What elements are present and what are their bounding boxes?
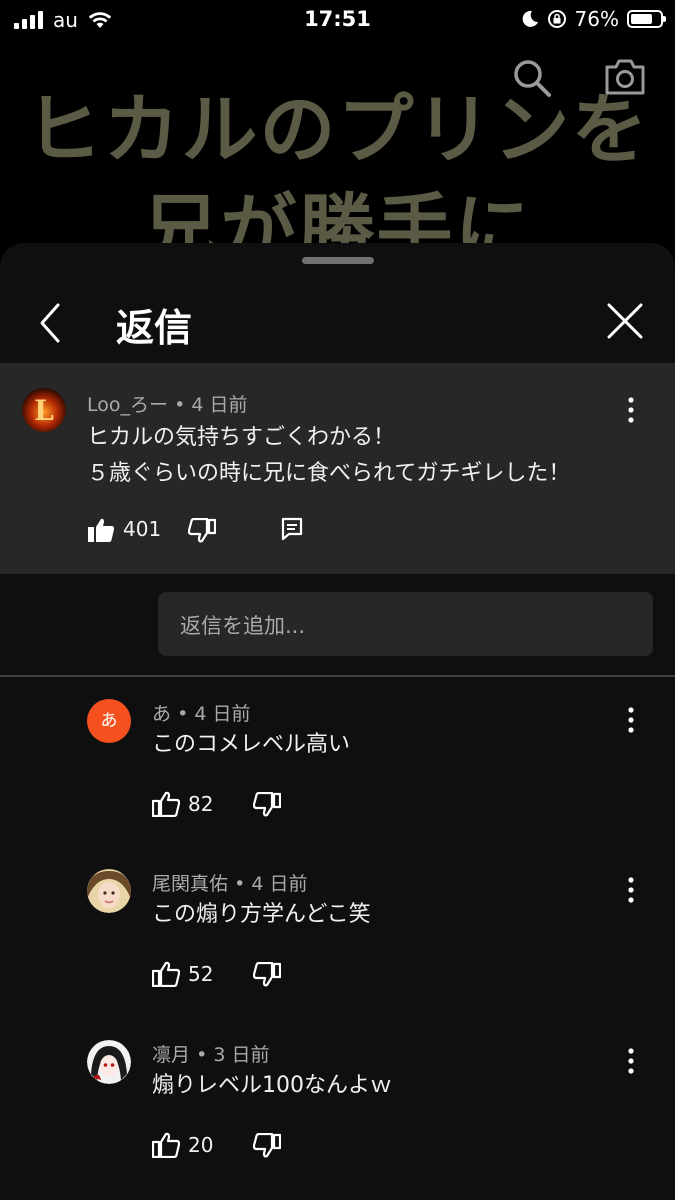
avatar-letter: あ <box>100 711 118 731</box>
reply-author[interactable]: 凛月 <box>152 1044 190 1066</box>
close-button[interactable] <box>605 301 645 341</box>
dislike-icon[interactable] <box>253 792 281 818</box>
avatar[interactable]: L <box>22 388 66 432</box>
reply-time: 4 日前 <box>194 703 251 725</box>
back-button[interactable] <box>30 301 74 345</box>
battery-icon <box>627 10 666 28</box>
like-count: 20 <box>188 1133 214 1157</box>
orientation-lock-icon <box>547 10 566 28</box>
avatar[interactable] <box>87 869 131 913</box>
video-player[interactable]: ヒカルのプリンを 兄が勝手に <box>0 40 675 255</box>
video-title-line1: ヒカルのプリンを <box>25 85 650 174</box>
moon-icon <box>522 10 538 27</box>
comment-text-line2: ５歳ぐらいの時に兄に食べられてガチギレした！ <box>87 461 571 486</box>
parent-comment: L Loo_ろー • 4 日前 ヒカルの気持ちすごくわかる！ ５歳ぐらいの時に兄… <box>0 364 675 574</box>
more-options-icon[interactable] <box>621 876 641 904</box>
like-count: 401 <box>123 517 162 541</box>
like-icon[interactable] <box>152 791 180 817</box>
avatar-letter: L <box>34 394 54 427</box>
comment-time: 4 日前 <box>191 394 248 416</box>
reply-text: このコメレベル高い <box>152 732 351 757</box>
reply-author[interactable]: あ <box>152 703 171 725</box>
like-count: 52 <box>188 962 214 986</box>
camera-icon[interactable] <box>604 58 646 96</box>
divider <box>0 675 675 677</box>
like-filled-icon[interactable] <box>87 517 115 543</box>
reply-author[interactable]: 尾関真佑 <box>152 873 228 895</box>
dislike-icon[interactable] <box>188 518 216 544</box>
avatar[interactable] <box>87 1040 131 1084</box>
more-options-icon[interactable] <box>621 706 641 734</box>
status-bar: au 17:51 76% <box>0 0 675 40</box>
drag-handle[interactable] <box>302 257 374 264</box>
reply-text: この煽り方学んどこ笑 <box>152 902 371 927</box>
comment-meta: Loo_ろー • 4 日前 <box>87 394 248 416</box>
avatar[interactable]: あ <box>87 699 131 743</box>
comment-text: ヒカルの気持ちすごくわかる！ ５歳ぐらいの時に兄に食べられてガチギレした！ <box>87 420 570 492</box>
reply-meta: 尾関真佑 • 4 日前 <box>152 873 308 895</box>
sheet-title: 返信 <box>116 306 193 350</box>
comment-text-line1: ヒカルの気持ちすごくわかる！ <box>87 425 396 450</box>
battery-percent: 76% <box>574 7 619 31</box>
like-count: 82 <box>188 792 214 816</box>
more-options-icon[interactable] <box>621 396 641 424</box>
reply-meta: あ • 4 日前 <box>152 703 251 725</box>
like-icon[interactable] <box>152 961 180 987</box>
like-icon[interactable] <box>152 1132 180 1158</box>
reply-time: 3 日前 <box>213 1044 270 1066</box>
reply-time: 4 日前 <box>251 873 308 895</box>
search-icon[interactable] <box>512 58 552 98</box>
reply-icon[interactable] <box>281 517 303 541</box>
dislike-icon[interactable] <box>253 962 281 988</box>
reply-text: 煽りレベル100なんよｗ <box>152 1073 392 1098</box>
dislike-icon[interactable] <box>253 1133 281 1159</box>
add-reply-input[interactable]: 返信を追加... <box>158 592 653 656</box>
comment-author[interactable]: Loo_ろー <box>87 394 168 416</box>
sheet-header: 返信 <box>0 283 675 363</box>
reply-meta: 凛月 • 3 日前 <box>152 1044 270 1066</box>
replies-sheet: 返信 L Loo_ろー • 4 日前 ヒカルの気持ちすごくわかる！ ５歳ぐらいの… <box>0 243 675 1200</box>
more-options-icon[interactable] <box>621 1047 641 1075</box>
